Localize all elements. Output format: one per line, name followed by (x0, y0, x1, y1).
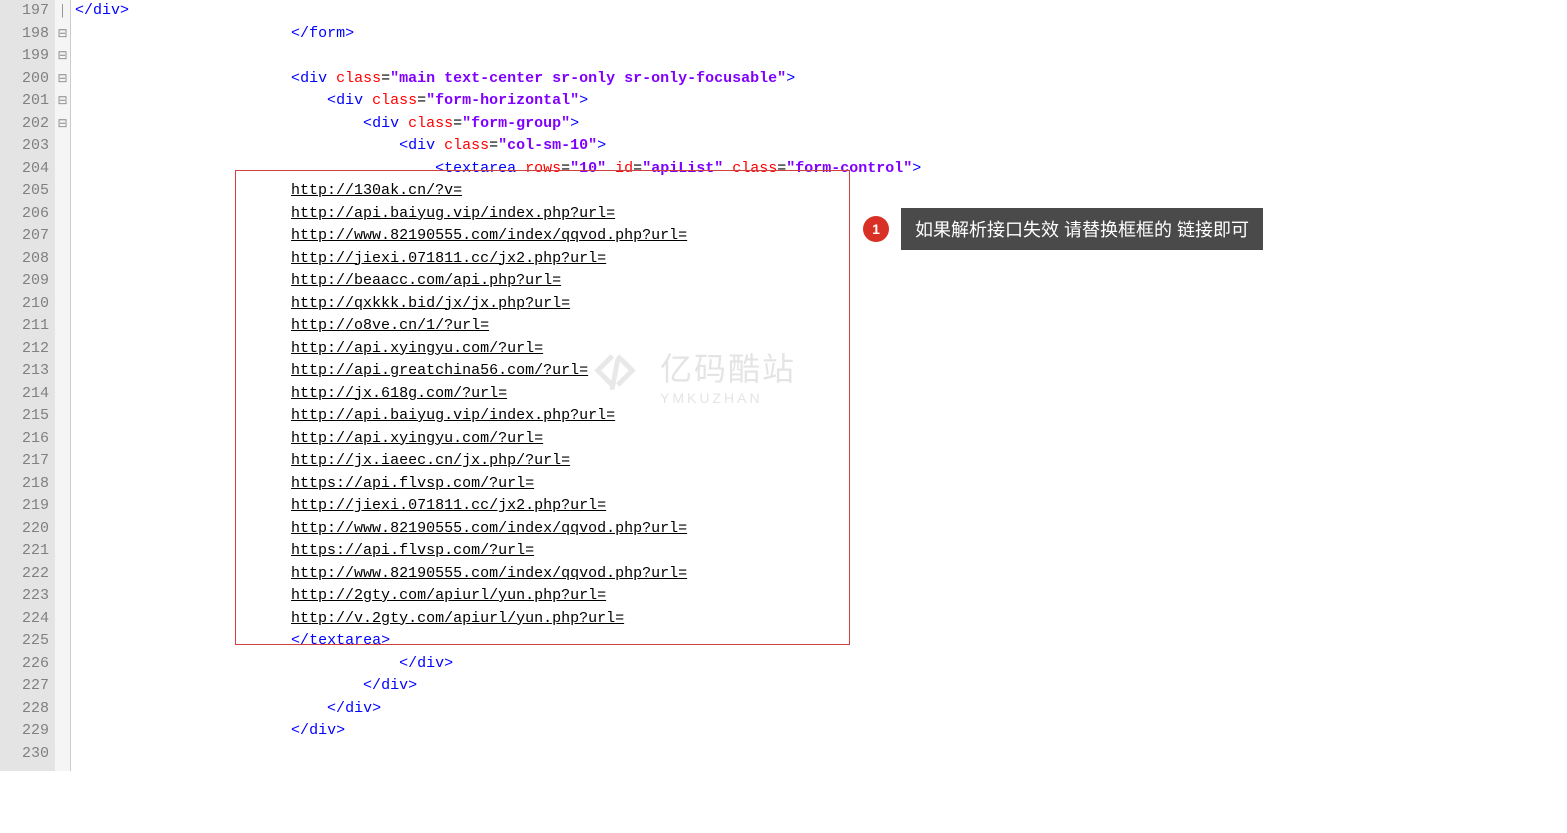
code-line[interactable]: http://jiexi.071811.cc/jx2.php?url= (75, 495, 1567, 518)
annotation-badge: 1 (863, 216, 889, 242)
code-line[interactable]: </div> (75, 653, 1567, 676)
code-line[interactable]: https://api.flvsp.com/?url= (75, 473, 1567, 496)
code-line[interactable]: http://www.82190555.com/index/qqvod.php?… (75, 563, 1567, 586)
code-line[interactable]: http://api.xyingyu.com/?url= (75, 338, 1567, 361)
code-line[interactable]: </div> (75, 720, 1567, 743)
code-line[interactable]: http://qxkkk.bid/jx/jx.php?url= (75, 293, 1567, 316)
code-line[interactable]: </div> (75, 675, 1567, 698)
code-line[interactable]: </form> (75, 23, 1567, 46)
code-line[interactable]: <div class="col-sm-10"> (75, 135, 1567, 158)
code-line[interactable]: <div class="main text-center sr-only sr-… (75, 68, 1567, 91)
annotation-callout: 1 如果解析接口失效 请替换框框的 链接即可 (863, 208, 1263, 250)
code-line[interactable]: <textarea rows="10" id="apiList" class="… (75, 158, 1567, 181)
code-line[interactable]: http://o8ve.cn/1/?url= (75, 315, 1567, 338)
code-line[interactable]: http://www.82190555.com/index/qqvod.php?… (75, 225, 1567, 248)
code-line[interactable]: http://jx.iaeec.cn/jx.php/?url= (75, 450, 1567, 473)
code-line[interactable]: http://v.2gty.com/apiurl/yun.php?url= (75, 608, 1567, 631)
code-line[interactable]: https://api.flvsp.com/?url= (75, 540, 1567, 563)
code-line[interactable]: <div class="form-group"> (75, 113, 1567, 136)
annotation-text: 如果解析接口失效 请替换框框的 链接即可 (901, 208, 1263, 250)
code-line[interactable]: http://jiexi.071811.cc/jx2.php?url= (75, 248, 1567, 271)
code-line[interactable] (75, 45, 1567, 68)
code-line[interactable]: http://api.greatchina56.com/?url= (75, 360, 1567, 383)
code-line[interactable]: http://beaacc.com/api.php?url= (75, 270, 1567, 293)
code-line[interactable]: http://api.baiyug.vip/index.php?url= (75, 405, 1567, 428)
code-line[interactable]: http://jx.618g.com/?url= (75, 383, 1567, 406)
code-line[interactable] (75, 743, 1567, 766)
code-line[interactable]: http://api.xyingyu.com/?url= (75, 428, 1567, 451)
fold-column[interactable]: │ ⊟ ⊟ ⊟ ⊟ ⊟ (55, 0, 71, 771)
line-number-gutter: 197 198 199 200 201 202 203 204 205 206 … (0, 0, 55, 771)
code-line[interactable]: <div class="form-horizontal"> (75, 90, 1567, 113)
code-line[interactable]: http://api.baiyug.vip/index.php?url= (75, 203, 1567, 226)
code-line[interactable]: http://130ak.cn/?v= (75, 180, 1567, 203)
code-line[interactable]: </textarea> (75, 630, 1567, 653)
code-area[interactable]: </div> </form> <div class="main text-cen… (71, 0, 1567, 771)
code-line[interactable]: </div> (75, 698, 1567, 721)
code-editor[interactable]: 197 198 199 200 201 202 203 204 205 206 … (0, 0, 1567, 771)
code-line[interactable]: http://2gty.com/apiurl/yun.php?url= (75, 585, 1567, 608)
code-line[interactable]: </div> (75, 0, 1567, 23)
code-line[interactable]: http://www.82190555.com/index/qqvod.php?… (75, 518, 1567, 541)
